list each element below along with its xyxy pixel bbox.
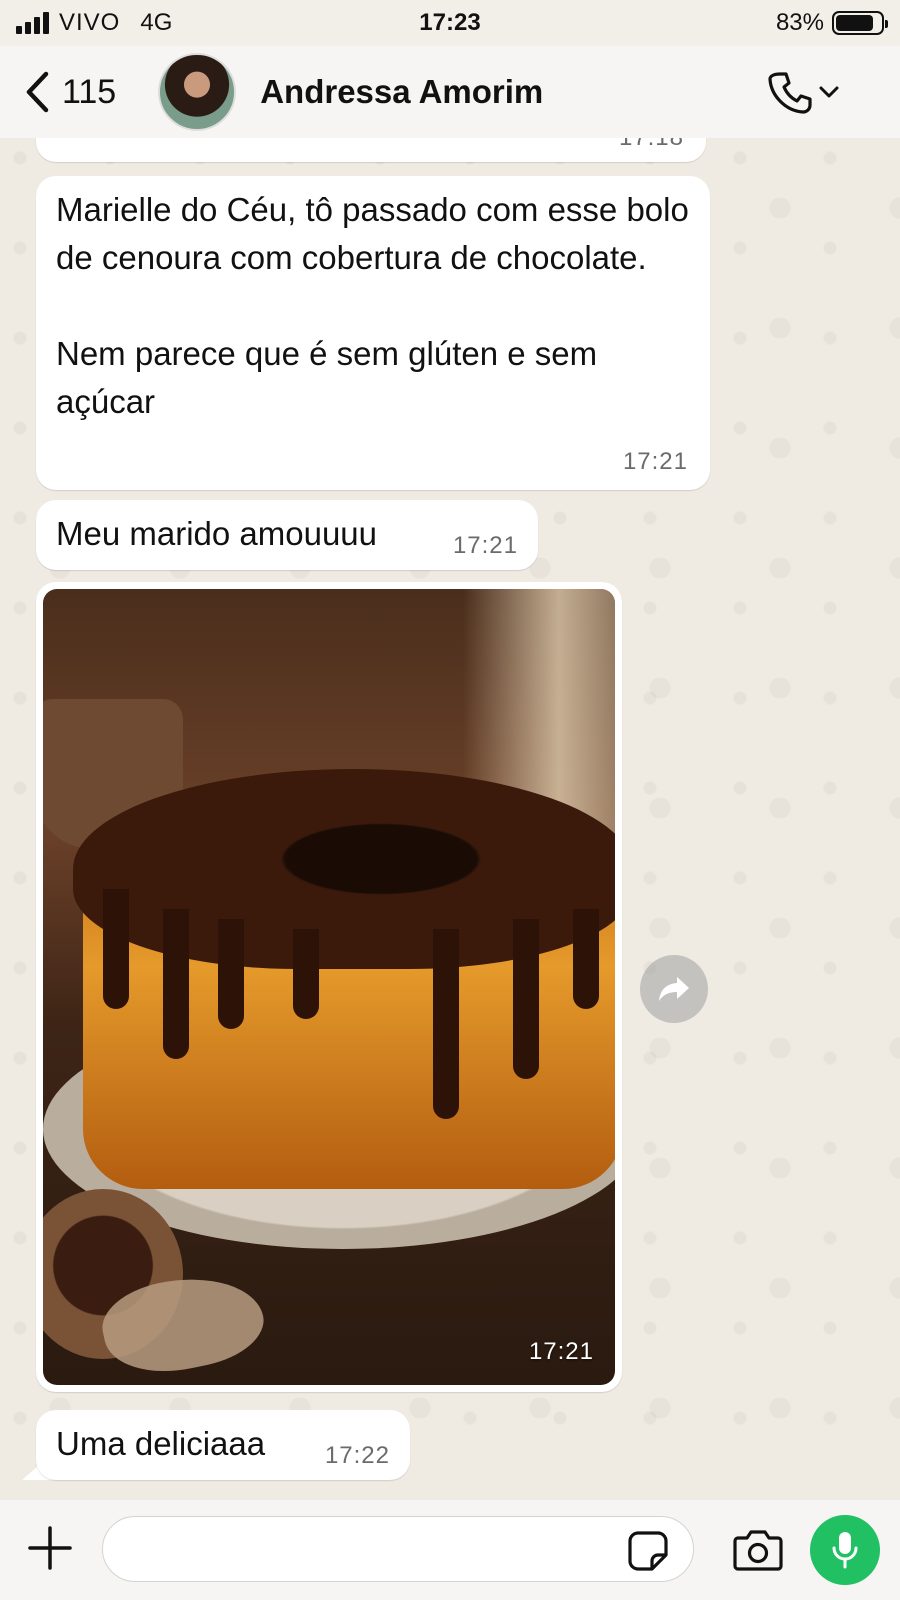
message-input[interactable] — [102, 1516, 694, 1582]
battery-level — [836, 15, 873, 31]
message-bubble[interactable]: 17:18 — [36, 138, 706, 162]
status-right: 83% — [775, 9, 888, 37]
voice-message-button[interactable] — [810, 1515, 880, 1585]
message-time: 17:21 — [528, 1338, 594, 1365]
camera-icon — [733, 1530, 783, 1571]
battery-icon — [832, 11, 888, 35]
chevron-down-icon — [819, 86, 839, 98]
unread-count: 115 — [62, 72, 117, 111]
sticker-button[interactable] — [626, 1529, 670, 1578]
chat-area[interactable]: 17:18 Marielle do Céu, tô passado com es… — [0, 138, 900, 1500]
message-bubble[interactable]: Uma deliciaaa 17:22 — [36, 1410, 410, 1480]
photo-drip — [163, 909, 189, 1059]
phone-icon — [768, 72, 812, 114]
cake-photo[interactable] — [43, 589, 615, 1385]
photo-drip — [573, 909, 599, 1009]
call-button[interactable] — [766, 68, 840, 116]
sticker-icon — [628, 1531, 668, 1571]
image-message[interactable]: 17:21 — [36, 582, 622, 1392]
message-text: Marielle do Céu, tô passado com esse bol… — [56, 191, 689, 420]
message-time: 17:18 — [619, 138, 684, 152]
input-bar — [0, 1500, 900, 1600]
forward-icon — [659, 977, 689, 1001]
photo-drip — [513, 919, 539, 1079]
camera-button[interactable] — [732, 1528, 784, 1577]
avatar[interactable] — [158, 53, 237, 131]
battery-percent: 83% — [775, 9, 824, 36]
message-bubble[interactable]: Marielle do Céu, tô passado com esse bol… — [36, 176, 710, 490]
attach-button[interactable] — [26, 1524, 74, 1577]
chat-header: 115 Andressa Amorim — [0, 46, 900, 138]
status-left: VIVO 4G — [16, 9, 172, 37]
microphone-icon — [832, 1532, 858, 1569]
forward-button[interactable] — [640, 955, 708, 1023]
photo-drip — [218, 919, 244, 1029]
network-label: 4G — [140, 9, 173, 36]
photo-drip — [433, 929, 459, 1119]
photo-drip — [103, 889, 129, 1009]
message-time: 17:21 — [452, 532, 518, 559]
contact-name[interactable]: Andressa Amorim — [260, 73, 543, 111]
status-bar: VIVO 4G 17:23 83% — [0, 0, 900, 46]
message-text: Meu marido amouuuu — [56, 515, 378, 552]
back-button[interactable]: 115 — [24, 70, 116, 114]
message-time: 17:22 — [324, 1442, 390, 1469]
signal-icon — [16, 12, 49, 34]
message-bubble[interactable]: Meu marido amouuuu 17:21 — [36, 500, 538, 570]
plus-icon — [28, 1525, 72, 1570]
photo-drip — [293, 929, 319, 1019]
chevron-left-icon — [26, 71, 49, 113]
message-time: 17:21 — [622, 448, 688, 475]
carrier-label: VIVO — [59, 9, 121, 36]
